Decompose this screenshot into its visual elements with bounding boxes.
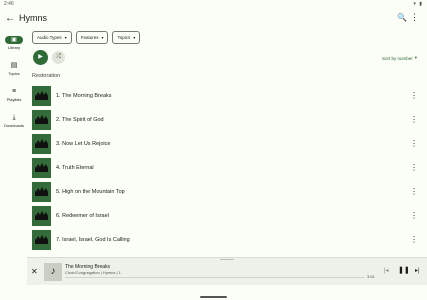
filter-topics[interactable]: Topics ▾ — [112, 31, 141, 44]
rail-item-topics[interactable]: ▤ Topics — [0, 62, 28, 76]
filter-label: Topics — [117, 35, 131, 40]
section-title: Restoration — [32, 73, 61, 79]
sort-dropdown[interactable]: Sort by number ▾ — [382, 55, 417, 61]
search-icon[interactable]: 🔍 — [397, 13, 407, 22]
hymn-thumbnail — [32, 206, 51, 226]
more-options-icon[interactable]: ⋮ — [410, 211, 418, 220]
rail-item-label: Library — [7, 45, 21, 50]
back-arrow-icon[interactable]: ← — [5, 13, 15, 24]
status-time: 2:46 — [4, 1, 14, 7]
chevron-down-icon: ▾ — [133, 35, 136, 40]
playlists-icon: ≡ — [11, 88, 17, 95]
hymn-thumbnail — [32, 110, 51, 130]
rail-item-label: Playlists — [6, 97, 22, 102]
skip-previous-icon[interactable]: |◂ — [384, 267, 389, 274]
list-item[interactable]: 6. Redeemer of Israel ⋮ — [32, 206, 422, 226]
list-item[interactable]: 4. Truth Eternal ⋮ — [32, 158, 422, 178]
rail-item-library[interactable]: ▣ Library — [0, 36, 28, 50]
more-options-icon[interactable]: ⋮ — [410, 139, 418, 148]
skip-next-icon[interactable]: ▸| — [415, 267, 420, 274]
rail-item-downloads[interactable]: ⤓ Downloads — [0, 114, 28, 128]
more-options-icon[interactable]: ⋮ — [410, 12, 419, 23]
rail-item-label: Downloads — [4, 123, 24, 128]
now-playing-subtitle: Choir/Congregation | Hymns | 1 — [65, 270, 121, 275]
more-options-icon[interactable]: ⋮ — [410, 235, 418, 244]
filter-features[interactable]: Features ▾ — [75, 31, 109, 44]
rail-item-playlists[interactable]: ≡ Playlists — [0, 88, 28, 102]
drag-handle[interactable] — [220, 259, 234, 260]
home-gesture-pill[interactable] — [200, 296, 227, 298]
download-icon: ⤓ — [12, 114, 16, 121]
play-icon: ▶ — [38, 54, 43, 60]
system-navigation-bar — [0, 285, 427, 300]
rail-item-label: Topics — [8, 71, 20, 76]
song-title: 5. High on the Mountain Top — [56, 189, 125, 195]
more-options-icon[interactable]: ⋮ — [410, 163, 418, 172]
hymn-thumbnail — [32, 182, 51, 202]
list-item[interactable]: 2. The Spirit of God ⋮ — [32, 110, 422, 130]
pause-icon[interactable]: ❚❚ — [398, 266, 410, 274]
chevron-down-icon: ▾ — [64, 35, 67, 40]
progress-bar[interactable] — [65, 277, 365, 278]
filter-label: Audio Types — [37, 35, 62, 40]
song-title: 2. The Spirit of God — [56, 117, 104, 123]
list-item[interactable]: 3. Now Let Us Rejoice ⋮ — [32, 134, 422, 154]
filter-label: Features — [80, 35, 99, 40]
more-options-icon[interactable]: ⋮ — [410, 91, 418, 100]
list-item[interactable]: 5. High on the Mountain Top ⋮ — [32, 182, 422, 202]
sort-label: Sort by number — [381, 55, 413, 61]
more-options-icon[interactable]: ⋮ — [410, 115, 418, 124]
topics-icon: ▤ — [10, 62, 18, 69]
status-icons: ▾ ▮ — [413, 1, 423, 7]
filter-audio-types[interactable]: Audio Types ▾ — [32, 31, 72, 44]
chevron-down-icon: ▾ — [101, 35, 104, 40]
track-duration: 3:51 — [367, 274, 375, 279]
filter-chips: Audio Types ▾ Features ▾ Topics ▾ — [32, 31, 141, 44]
close-icon[interactable]: ✕ — [31, 267, 38, 276]
hymn-thumbnail — [32, 86, 51, 106]
app-bar: ← Hymns 🔍 ⋮ — [0, 9, 427, 29]
hymn-thumbnail — [32, 230, 51, 250]
list-item[interactable]: 1. The Morning Breaks ⋮ — [32, 86, 422, 106]
song-title: 1. The Morning Breaks — [56, 93, 112, 99]
shuffle-icon: ⤮ — [56, 54, 61, 60]
song-title: 7. Israel, Israel, God Is Calling — [56, 237, 130, 243]
list-item[interactable]: 7. Israel, Israel, God Is Calling ⋮ — [32, 230, 422, 250]
song-title: 3. Now Let Us Rejoice — [56, 141, 111, 147]
play-all-button[interactable]: ▶ — [33, 50, 48, 65]
library-icon: ▣ — [5, 36, 23, 44]
hymn-thumbnail — [32, 158, 51, 178]
music-note-icon: ♪ — [44, 263, 62, 281]
song-title: 6. Redeemer of Israel — [56, 213, 109, 219]
shuffle-button[interactable]: ⤮ — [52, 51, 65, 64]
status-bar: 2:46 ▾ ▮ — [0, 0, 427, 9]
more-options-icon[interactable]: ⋮ — [410, 187, 418, 196]
song-title: 4. Truth Eternal — [56, 165, 94, 171]
page-title: Hymns — [19, 13, 48, 23]
hymn-thumbnail — [32, 134, 51, 154]
mini-player[interactable]: ✕ ♪ The Morning Breaks Choir/Congregatio… — [27, 257, 427, 286]
chevron-down-icon: ▾ — [414, 55, 417, 60]
